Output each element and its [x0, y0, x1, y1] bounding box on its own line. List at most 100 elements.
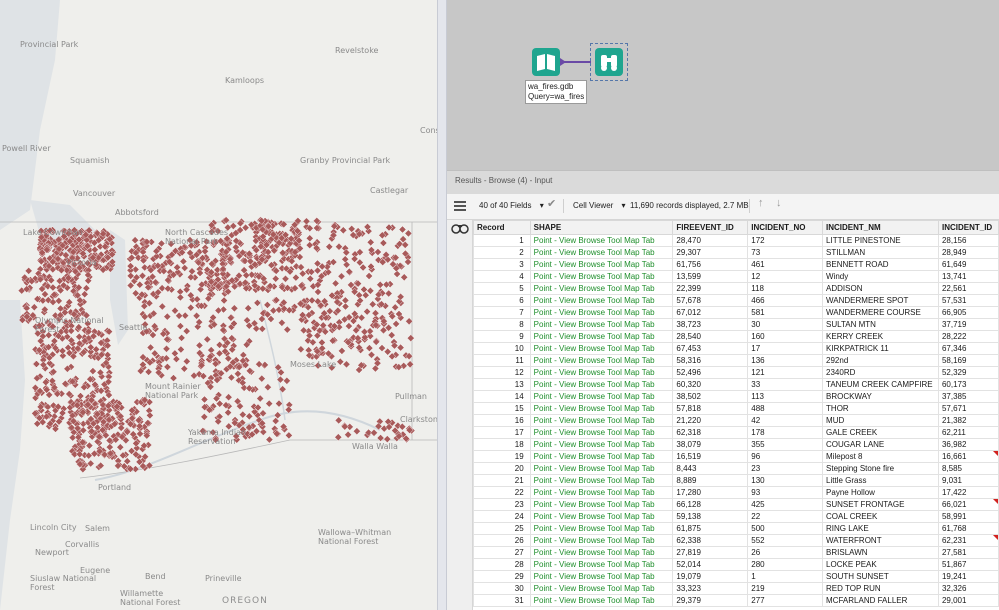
shape-cell[interactable]: Point - View Browse Tool Map Tab — [529, 462, 674, 475]
incident-no-cell[interactable]: 130 — [747, 474, 824, 487]
table-row[interactable]: 15 Point - View Browse Tool Map Tab 57,818… — [473, 402, 999, 415]
incident-nm-cell[interactable]: 2340RD — [822, 366, 939, 379]
fire-point-marker[interactable] — [163, 312, 172, 321]
shape-cell[interactable]: Point - View Browse Tool Map Tab — [529, 342, 674, 355]
incident-id-cell[interactable]: 37,385 — [937, 390, 999, 403]
table-row[interactable]: 30 Point - View Browse Tool Map Tab 33,323… — [473, 582, 999, 595]
incident-id-cell[interactable]: 13,741 — [937, 270, 999, 283]
fire-point-marker[interactable] — [404, 258, 412, 266]
fire-point-marker[interactable] — [182, 357, 191, 366]
fire-point-marker[interactable] — [215, 341, 224, 349]
fire-point-marker[interactable] — [54, 297, 63, 305]
table-row[interactable]: 2 Point - View Browse Tool Map Tab 29,307 7… — [473, 246, 999, 259]
fireevent-id-cell[interactable]: 33,323 — [672, 582, 749, 595]
incident-id-cell[interactable]: 9,031 — [937, 474, 999, 487]
incident-id-cell[interactable]: 28,949 — [937, 246, 999, 259]
incident-nm-cell[interactable]: KERRY CREEK — [822, 330, 939, 343]
incident-id-cell[interactable]: 60,173 — [937, 378, 999, 391]
fire-point-marker[interactable] — [283, 325, 292, 334]
fire-point-marker[interactable] — [214, 306, 223, 315]
incident-nm-cell[interactable]: BRISLAWN — [822, 546, 939, 559]
fire-point-marker[interactable] — [58, 347, 67, 355]
column-header-record[interactable]: Record — [473, 220, 531, 235]
fireevent-id-cell[interactable]: 67,453 — [672, 342, 749, 355]
record-cell[interactable]: 27 — [473, 546, 531, 559]
fire-point-marker[interactable] — [336, 357, 345, 366]
fire-point-marker[interactable] — [404, 229, 413, 238]
incident-no-cell[interactable]: 488 — [747, 402, 824, 415]
column-header-incident-id[interactable]: INCIDENT_ID — [937, 220, 999, 235]
fire-point-marker[interactable] — [258, 325, 267, 333]
incident-no-cell[interactable]: 178 — [747, 426, 824, 439]
record-cell[interactable]: 5 — [473, 282, 531, 295]
incident-no-cell[interactable]: 42 — [747, 414, 824, 427]
incident-id-cell[interactable]: 29,001 — [937, 594, 999, 607]
fire-point-marker[interactable] — [347, 225, 356, 233]
fireevent-id-cell[interactable]: 62,338 — [672, 534, 749, 547]
fire-point-marker[interactable] — [338, 347, 346, 355]
incident-nm-cell[interactable]: TANEUM CREEK CAMPFIRE — [822, 378, 939, 391]
incident-id-cell[interactable]: 32,326 — [937, 582, 999, 595]
fire-point-marker[interactable] — [341, 255, 350, 264]
incident-no-cell[interactable]: 277 — [747, 594, 824, 607]
fire-point-marker[interactable] — [376, 434, 385, 442]
incident-no-cell[interactable]: 96 — [747, 450, 824, 463]
incident-nm-cell[interactable]: Little Grass — [822, 474, 939, 487]
incident-no-cell[interactable]: 461 — [747, 258, 824, 271]
incident-id-cell[interactable]: 61,649 — [937, 258, 999, 271]
fire-point-marker[interactable] — [344, 430, 352, 439]
table-row[interactable]: 9 Point - View Browse Tool Map Tab 28,540 1… — [473, 330, 999, 343]
incident-no-cell[interactable]: 466 — [747, 294, 824, 307]
incident-id-cell[interactable]: 57,531 — [937, 294, 999, 307]
incident-nm-cell[interactable]: KIRKPATRICK 11 — [822, 342, 939, 355]
results-grid[interactable]: Record SHAPE FIREEVENT_ID INCIDENT_NO IN… — [473, 220, 999, 610]
record-cell[interactable]: 6 — [473, 294, 531, 307]
fire-point-marker[interactable] — [175, 311, 183, 320]
fire-point-marker[interactable] — [171, 349, 179, 358]
incident-id-cell[interactable]: 8,585 — [937, 462, 999, 475]
fire-point-marker[interactable] — [337, 272, 346, 281]
fire-point-marker[interactable] — [305, 241, 314, 249]
incident-no-cell[interactable]: 12 — [747, 270, 824, 283]
incident-no-cell[interactable]: 118 — [747, 282, 824, 295]
incident-nm-cell[interactable]: COAL CREEK — [822, 510, 939, 523]
incident-nm-cell[interactable]: SUNSET FRONTAGE — [822, 498, 939, 511]
fire-point-marker[interactable] — [234, 369, 242, 378]
fire-point-marker[interactable] — [384, 289, 393, 298]
fire-point-marker[interactable] — [265, 399, 274, 408]
record-cell[interactable]: 31 — [473, 594, 531, 607]
fireevent-id-cell[interactable]: 28,540 — [672, 330, 749, 343]
shape-cell[interactable]: Point - View Browse Tool Map Tab — [529, 522, 674, 535]
table-row[interactable]: 6 Point - View Browse Tool Map Tab 57,678 4… — [473, 294, 999, 307]
shape-cell[interactable]: Point - View Browse Tool Map Tab — [529, 270, 674, 283]
shape-cell[interactable]: Point - View Browse Tool Map Tab — [529, 438, 674, 451]
column-header-fireevent-id[interactable]: FIREEVENT_ID — [672, 220, 749, 235]
fire-point-marker[interactable] — [224, 393, 233, 402]
fireevent-id-cell[interactable]: 38,723 — [672, 318, 749, 331]
arrow-up-icon[interactable]: ↑ — [758, 197, 764, 209]
fireevent-id-cell[interactable]: 21,220 — [672, 414, 749, 427]
incident-no-cell[interactable]: 17 — [747, 342, 824, 355]
incident-id-cell[interactable]: 67,346 — [937, 342, 999, 355]
fire-point-marker[interactable] — [179, 257, 188, 266]
fireevent-id-cell[interactable]: 60,320 — [672, 378, 749, 391]
fire-point-marker[interactable] — [176, 322, 185, 330]
fire-point-marker[interactable] — [297, 263, 305, 272]
record-cell[interactable]: 15 — [473, 402, 531, 415]
workflow-canvas[interactable]: wa_fires.gdb Query=wa_fires — [447, 0, 999, 170]
fire-point-marker[interactable] — [116, 443, 125, 452]
shape-cell[interactable]: Point - View Browse Tool Map Tab — [529, 390, 674, 403]
fire-point-marker[interactable] — [378, 344, 386, 352]
shape-cell[interactable]: Point - View Browse Tool Map Tab — [529, 294, 674, 307]
table-row[interactable]: 11 Point - View Browse Tool Map Tab 58,316… — [473, 354, 999, 367]
fire-point-marker[interactable] — [275, 399, 283, 408]
fireevent-id-cell[interactable]: 58,316 — [672, 354, 749, 367]
incident-id-cell[interactable]: 28,222 — [937, 330, 999, 343]
incident-nm-cell[interactable]: STILLMAN — [822, 246, 939, 259]
incident-id-cell[interactable]: 17,422 — [937, 486, 999, 499]
incident-no-cell[interactable]: 23 — [747, 462, 824, 475]
fire-point-marker[interactable] — [255, 360, 263, 369]
table-row[interactable]: 25 Point - View Browse Tool Map Tab 61,875… — [473, 522, 999, 535]
incident-nm-cell[interactable]: THOR — [822, 402, 939, 415]
incident-id-cell[interactable]: 19,241 — [937, 570, 999, 583]
